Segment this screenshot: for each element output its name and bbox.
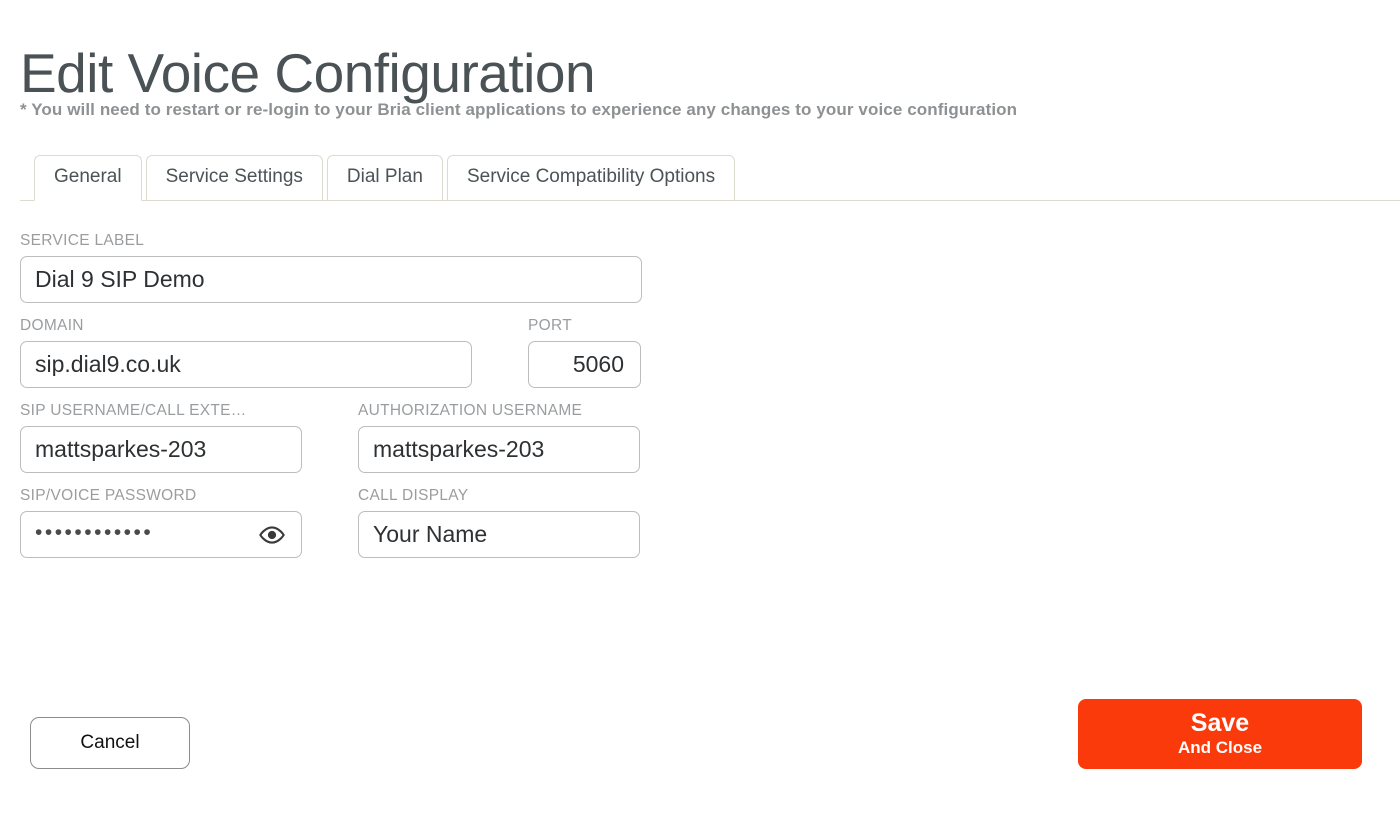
general-settings-form: SERVICE LABEL Dial 9 SIP Demo DOMAIN sip… — [20, 232, 920, 558]
sip-password-input[interactable]: •••••••••••• — [20, 511, 302, 558]
field-group-service-label: SERVICE LABEL Dial 9 SIP Demo — [20, 232, 642, 303]
page-title: Edit Voice Configuration — [20, 41, 596, 104]
tab-service-settings[interactable]: Service Settings — [145, 155, 323, 201]
service-label-input[interactable]: Dial 9 SIP Demo — [20, 256, 642, 303]
call-display-label: CALL DISPLAY — [358, 487, 469, 504]
field-group-sip-username: SIP USERNAME/CALL EXTE… mattsparkes-203 — [20, 402, 302, 473]
domain-label: DOMAIN — [20, 317, 84, 334]
authorization-username-label: AUTHORIZATION USERNAME — [358, 402, 583, 419]
form-row-domain-port: DOMAIN sip.dial9.co.uk PORT 5060 — [20, 317, 920, 388]
authorization-username-value: mattsparkes-203 — [373, 438, 545, 461]
sip-username-label: SIP USERNAME/CALL EXTE… — [20, 402, 247, 419]
eye-icon[interactable] — [257, 523, 287, 547]
domain-value: sip.dial9.co.uk — [35, 353, 181, 376]
tab-service-compatibility-options[interactable]: Service Compatibility Options — [446, 155, 736, 201]
call-display-input[interactable]: Your Name — [358, 511, 640, 558]
service-label-value: Dial 9 SIP Demo — [35, 268, 205, 291]
save-button-label: Save — [1190, 709, 1250, 738]
tab-bar: General Service Settings Dial Plan Servi… — [0, 155, 1400, 201]
sip-username-input[interactable]: mattsparkes-203 — [20, 426, 302, 473]
domain-input[interactable]: sip.dial9.co.uk — [20, 341, 472, 388]
authorization-username-input[interactable]: mattsparkes-203 — [358, 426, 640, 473]
save-and-close-button[interactable]: Save And Close — [1078, 699, 1362, 769]
edit-voice-configuration-page: Edit Voice Configuration * You will need… — [0, 0, 1400, 831]
tab-service-settings-label: Service Settings — [165, 166, 303, 188]
field-group-domain: DOMAIN sip.dial9.co.uk — [20, 317, 472, 388]
cancel-button-label: Cancel — [80, 732, 140, 753]
field-group-call-display: CALL DISPLAY Your Name — [358, 487, 640, 558]
tab-dial-plan-label: Dial Plan — [346, 166, 423, 188]
sip-password-label: SIP/VOICE PASSWORD — [20, 487, 197, 504]
tab-list: General Service Settings Dial Plan Servi… — [34, 155, 736, 201]
field-group-authorization-username: AUTHORIZATION USERNAME mattsparkes-203 — [358, 402, 640, 473]
port-value: 5060 — [572, 353, 624, 376]
sip-password-value: •••••••••••• — [35, 521, 154, 544]
call-display-value: Your Name — [373, 523, 488, 546]
save-button-sublabel: And Close — [1177, 737, 1263, 757]
form-row-service-label: SERVICE LABEL Dial 9 SIP Demo — [20, 232, 920, 303]
cancel-button[interactable]: Cancel — [30, 717, 190, 769]
tab-general[interactable]: General — [34, 155, 142, 201]
page-subtitle-note: * You will need to restart or re-login t… — [20, 100, 1018, 119]
form-row-password-calldisplay: SIP/VOICE PASSWORD •••••••••••• CALL DIS… — [20, 487, 920, 558]
form-row-usernames: SIP USERNAME/CALL EXTE… mattsparkes-203 … — [20, 402, 920, 473]
tab-dial-plan[interactable]: Dial Plan — [326, 155, 443, 201]
port-label: PORT — [528, 317, 572, 334]
port-input[interactable]: 5060 — [528, 341, 641, 388]
sip-password-inner: •••••••••••• — [35, 521, 287, 547]
service-label-label: SERVICE LABEL — [20, 232, 145, 249]
sip-username-value: mattsparkes-203 — [35, 438, 207, 461]
tab-general-label: General — [54, 166, 122, 188]
tab-service-compatibility-options-label: Service Compatibility Options — [466, 166, 716, 188]
field-group-sip-password: SIP/VOICE PASSWORD •••••••••••• — [20, 487, 302, 558]
field-group-port: PORT 5060 — [528, 317, 641, 388]
